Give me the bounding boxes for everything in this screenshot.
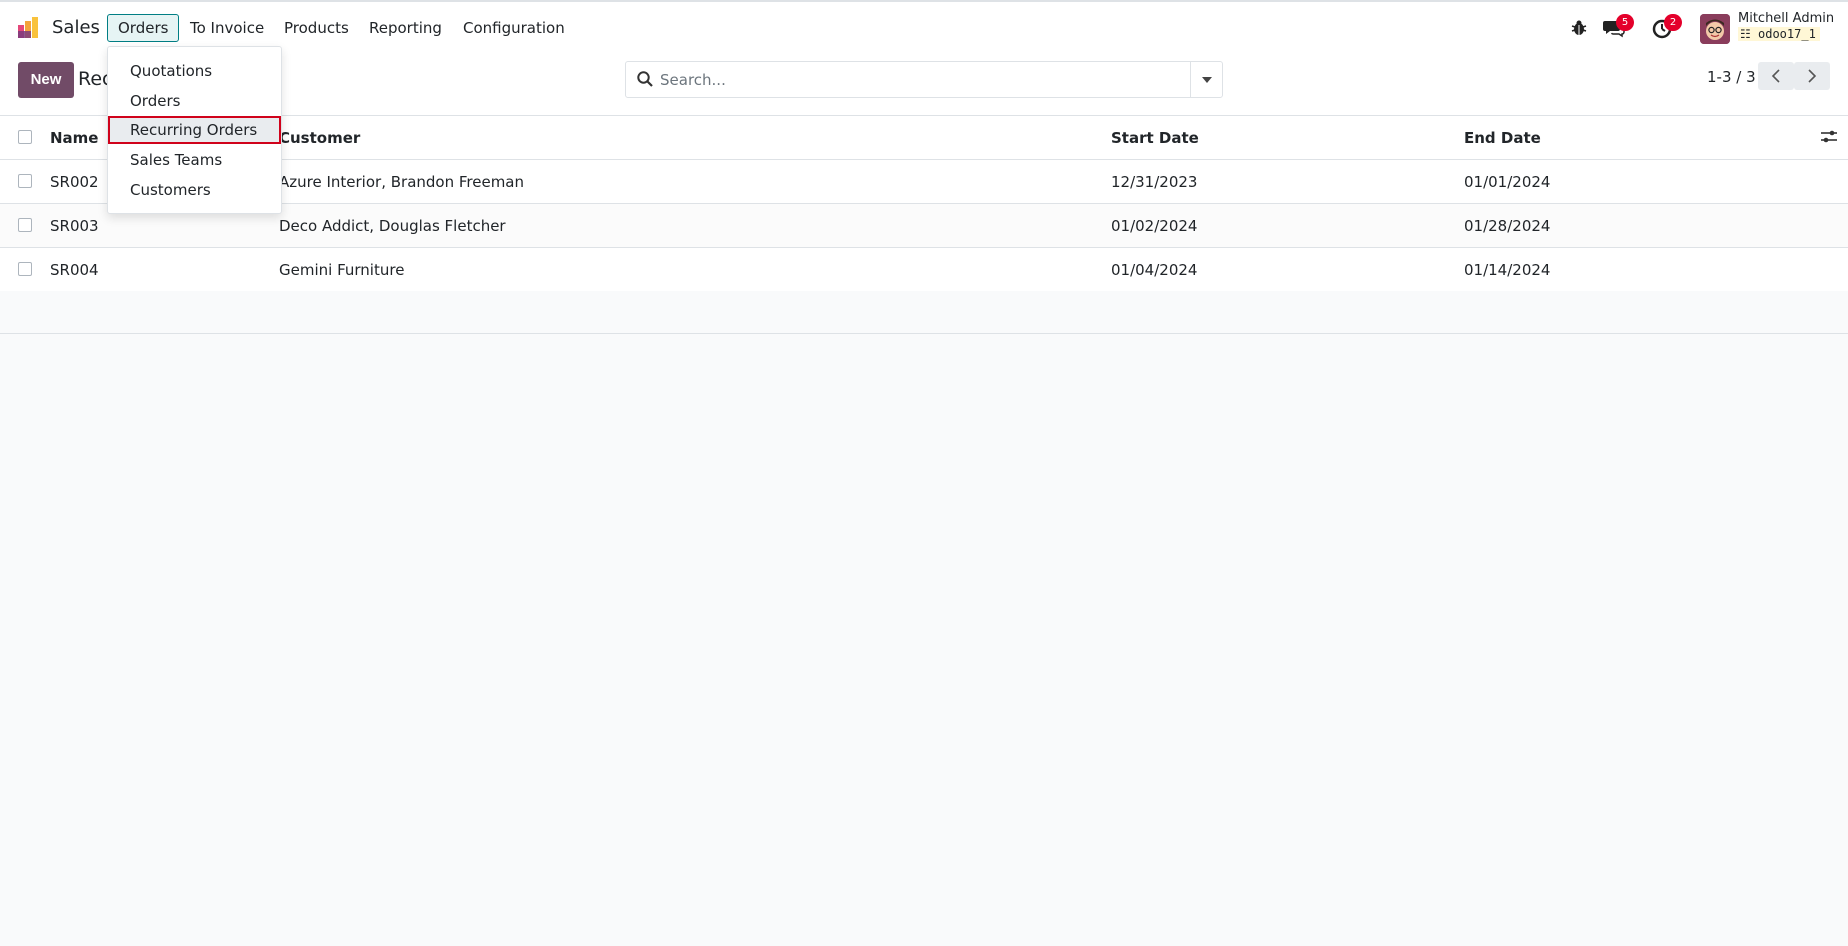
cell-start-date: 12/31/2023 [1111,173,1198,191]
user-name[interactable]: Mitchell Admin [1738,11,1834,26]
column-header-end-date[interactable]: End Date [1464,129,1541,147]
cell-end-date: 01/14/2024 [1464,261,1551,279]
search-input[interactable] [660,64,1180,95]
column-header-name[interactable]: Name [50,129,98,147]
orders-dropdown-menu: Quotations Orders Recurring Orders Sales… [107,46,282,214]
debug-bug-icon[interactable] [1569,18,1589,38]
search-icon[interactable] [636,70,654,88]
dropdown-item-orders[interactable]: Orders [108,87,281,115]
search-options-toggle[interactable] [1190,62,1222,97]
menu-products[interactable]: Products [273,14,360,42]
row-checkbox[interactable] [18,218,32,232]
table-row[interactable]: SR004 Gemini Furniture 01/04/2024 01/14/… [0,248,1848,292]
select-all-checkbox[interactable] [18,130,32,144]
search-bar [625,61,1223,98]
table-footer [0,291,1848,334]
chevron-left-icon [1771,69,1780,83]
menu-configuration[interactable]: Configuration [452,14,576,42]
user-avatar[interactable] [1700,14,1730,44]
dropdown-item-customers[interactable]: Customers [108,176,281,204]
cell-start-date: 01/02/2024 [1111,217,1198,235]
cell-name: SR003 [50,217,99,235]
optional-columns-icon[interactable] [1820,129,1838,145]
cell-customer: Gemini Furniture [279,261,405,279]
menu-reporting[interactable]: Reporting [358,14,453,42]
row-checkbox[interactable] [18,262,32,276]
cell-end-date: 01/28/2024 [1464,217,1551,235]
pager-value[interactable]: 1-3 / 3 [1707,68,1756,86]
menu-to-invoice[interactable]: To Invoice [179,14,275,42]
activities-badge: 2 [1664,14,1682,31]
new-button[interactable]: New [18,62,74,98]
dropdown-item-recurring-orders[interactable]: Recurring Orders [108,116,281,144]
chevron-right-icon [1808,69,1817,83]
cell-customer: Deco Addict, Douglas Fletcher [279,217,506,235]
sales-app-icon[interactable] [16,16,40,40]
app-name[interactable]: Sales [52,17,100,38]
menu-orders[interactable]: Orders [107,14,180,42]
database-name: ☷ odoo17_1 [1738,27,1820,41]
column-header-start-date[interactable]: Start Date [1111,129,1199,147]
dropdown-item-quotations[interactable]: Quotations [108,57,281,85]
database-icon: ☷ [1740,27,1751,41]
dropdown-item-sales-teams[interactable]: Sales Teams [108,146,281,174]
cell-start-date: 01/04/2024 [1111,261,1198,279]
cell-customer: Azure Interior, Brandon Freeman [279,173,525,191]
cell-end-date: 01/01/2024 [1464,173,1551,191]
avatar-face-icon [1700,14,1730,44]
pager-previous-button[interactable] [1758,62,1794,90]
column-header-customer[interactable]: Customer [279,129,360,147]
cell-name: SR004 [50,261,99,279]
database-label: odoo17_1 [1758,27,1816,41]
top-navbar: Sales Orders To Invoice Products Reporti… [0,0,1848,52]
messages-badge: 5 [1616,14,1634,31]
row-checkbox[interactable] [18,174,32,188]
cell-name: SR002 [50,173,99,191]
pager-next-button[interactable] [1794,62,1830,90]
